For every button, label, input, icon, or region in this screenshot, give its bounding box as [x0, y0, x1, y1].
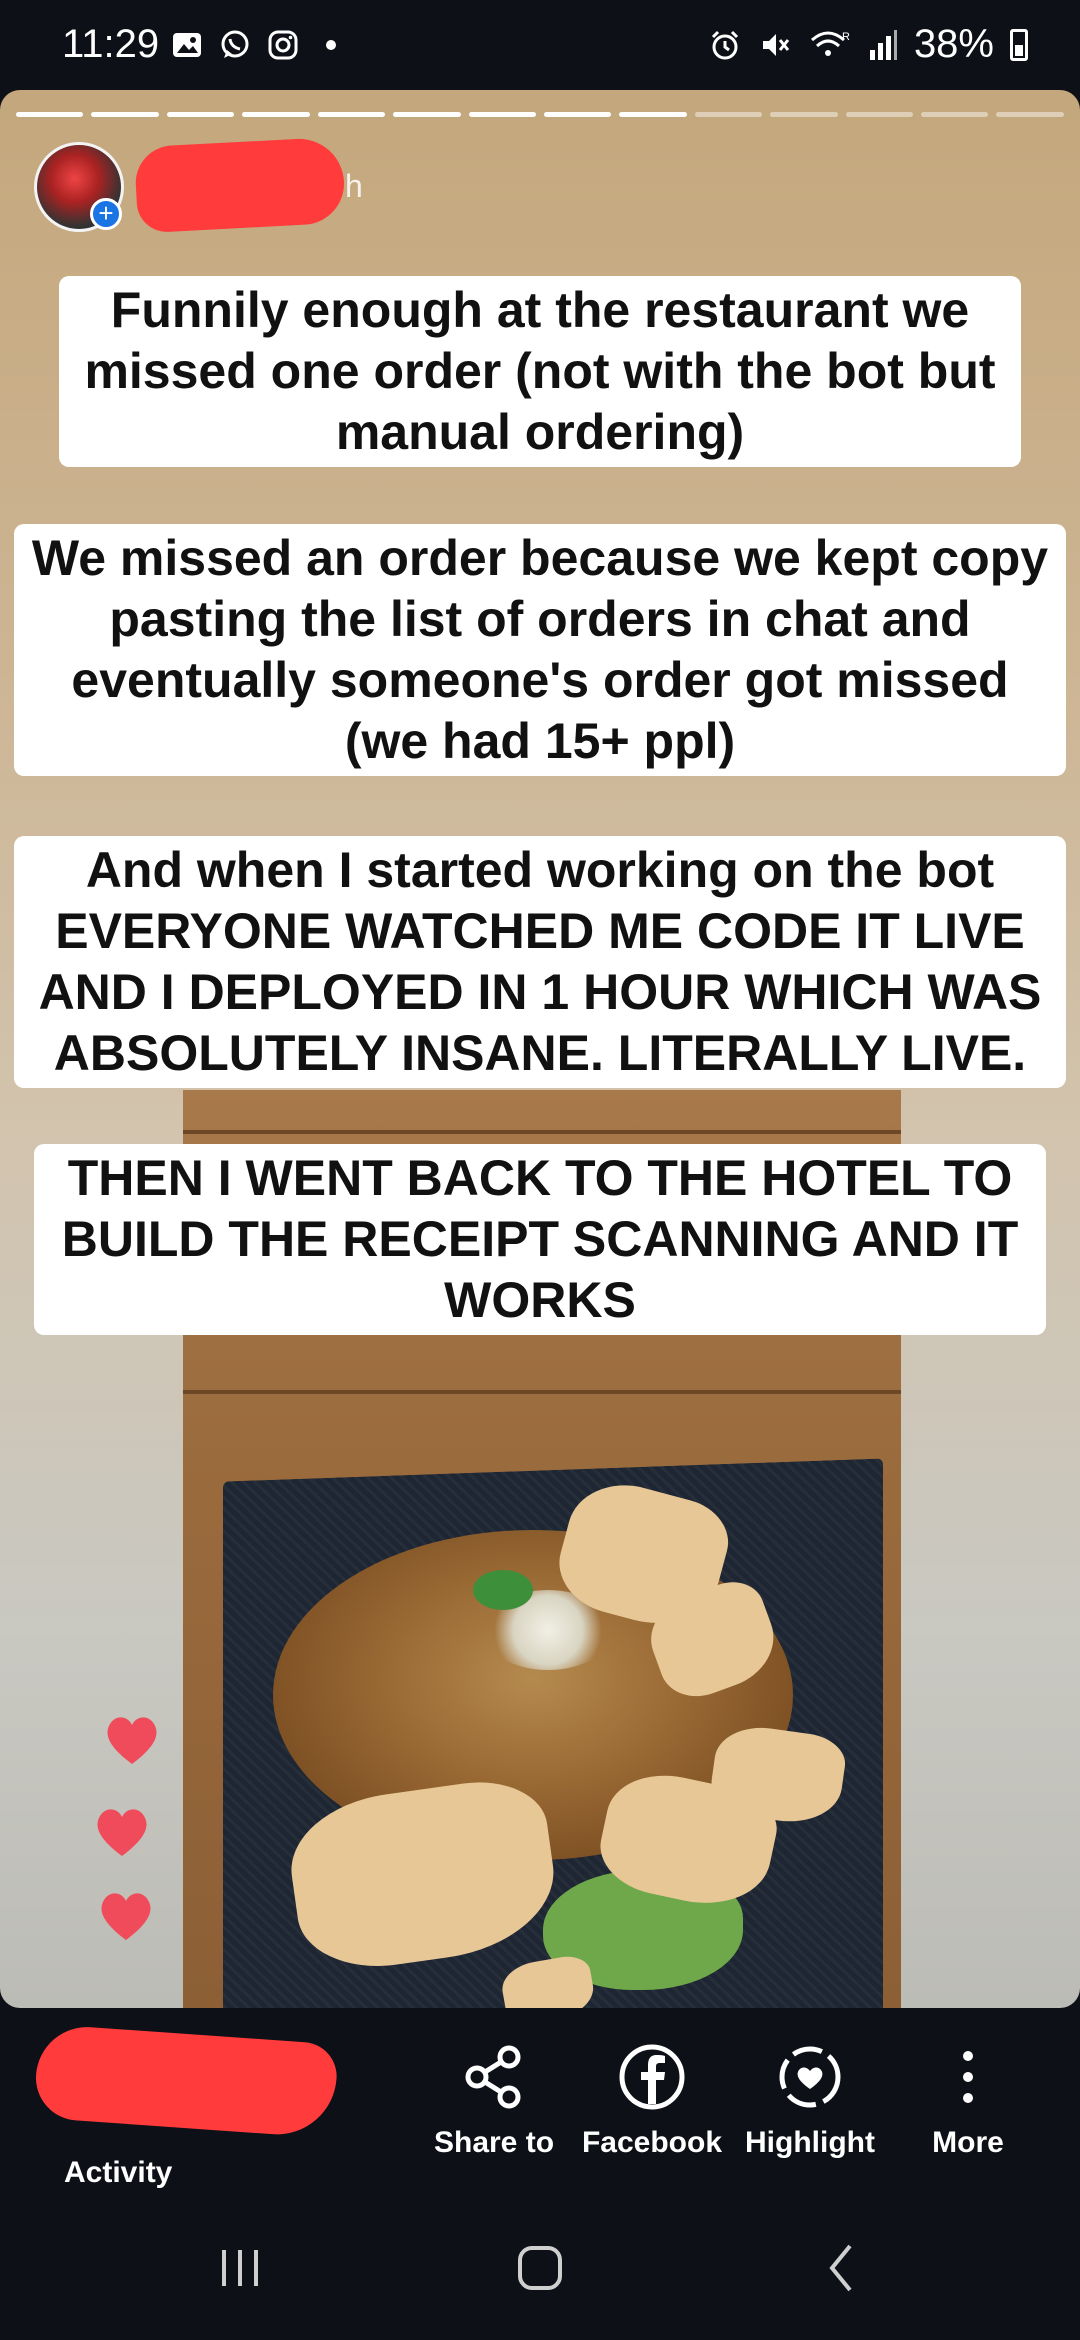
- highlight-label: Highlight: [745, 2126, 875, 2159]
- status-time: 11:29: [62, 22, 160, 66]
- story-progress-segment: [91, 112, 159, 117]
- story-progress-segment: [845, 112, 914, 117]
- activity-button[interactable]: Activity: [64, 2156, 172, 2190]
- facebook-button[interactable]: Facebook: [572, 2042, 732, 2160]
- status-left-icons: [170, 28, 348, 62]
- battery-icon: [1010, 28, 1028, 61]
- recent-apps-icon[interactable]: [210, 2238, 270, 2298]
- home-icon[interactable]: [510, 2238, 570, 2298]
- more-icon: [963, 2051, 973, 2103]
- story-viewer[interactable]: + h Funnily enough at the restaurant we …: [0, 90, 1080, 2008]
- wifi-icon: R: [810, 31, 850, 56]
- redacted-author-name: [133, 136, 347, 234]
- reaction-heart-icon: [97, 1809, 147, 1856]
- signal-icon: [869, 29, 897, 60]
- story-progress-segment: [16, 112, 84, 117]
- svg-text:R: R: [842, 31, 850, 43]
- highlight-icon: [779, 2046, 841, 2108]
- more-label: More: [932, 2126, 1004, 2159]
- share-icon: [465, 2045, 521, 2109]
- reaction-heart-icon: [107, 1717, 157, 1764]
- table-plank-line: [183, 1390, 901, 1394]
- share-to-button[interactable]: Share to: [414, 2042, 574, 2160]
- story-progress-segment: [543, 112, 612, 117]
- whatsapp-icon: [221, 30, 249, 58]
- highlight-button[interactable]: Highlight: [730, 2042, 890, 2160]
- story-progress-segment: [317, 112, 386, 117]
- system-nav-bar: [0, 2198, 1080, 2340]
- story-progress-segment: [393, 112, 461, 117]
- story-progress-segment: [468, 112, 536, 117]
- battery-percent: 38%: [913, 22, 994, 66]
- status-right: R 38%: [708, 22, 1028, 67]
- add-story-icon[interactable]: +: [90, 198, 122, 230]
- mute-icon: [762, 33, 790, 56]
- story-progress-segment: [619, 112, 687, 117]
- back-icon[interactable]: [812, 2238, 872, 2298]
- scallions: [473, 1570, 533, 1610]
- story-caption-2: We missed an order because we kept copy …: [0, 524, 1080, 776]
- story-caption-1: Funnily enough at the restaurant we miss…: [0, 276, 1080, 467]
- gallery-icon: [173, 33, 201, 57]
- alarm-icon: [711, 30, 738, 59]
- story-time-ago: h: [345, 168, 363, 204]
- redacted-viewers: [33, 2023, 339, 2139]
- story-caption-3: And when I started working on the bot EV…: [0, 836, 1080, 1088]
- facebook-label: Facebook: [581, 2126, 723, 2159]
- story-progress-segment: [694, 112, 763, 117]
- story-progress-segment: [921, 112, 989, 117]
- status-bar: 11:29 R 38%: [0, 0, 1080, 90]
- story-progress-segment: [770, 112, 838, 117]
- facebook-icon: [619, 2044, 685, 2110]
- more-button[interactable]: More: [888, 2042, 1048, 2160]
- share-label: Share to: [433, 2126, 555, 2159]
- story-action-bar: Activity Share to Facebook Highlight Mor…: [0, 2008, 1080, 2198]
- story-progress: [16, 112, 1064, 117]
- table-plank-line: [183, 1130, 901, 1134]
- story-progress-segment: [242, 112, 310, 117]
- story-caption-4: THEN I WENT BACK TO THE HOTEL TO BUILD T…: [0, 1144, 1080, 1335]
- dot-icon: [326, 40, 336, 50]
- story-progress-segment: [996, 112, 1064, 117]
- story-progress-segment: [166, 112, 235, 117]
- reaction-heart-icon: [101, 1893, 151, 1940]
- instagram-icon: [268, 30, 298, 60]
